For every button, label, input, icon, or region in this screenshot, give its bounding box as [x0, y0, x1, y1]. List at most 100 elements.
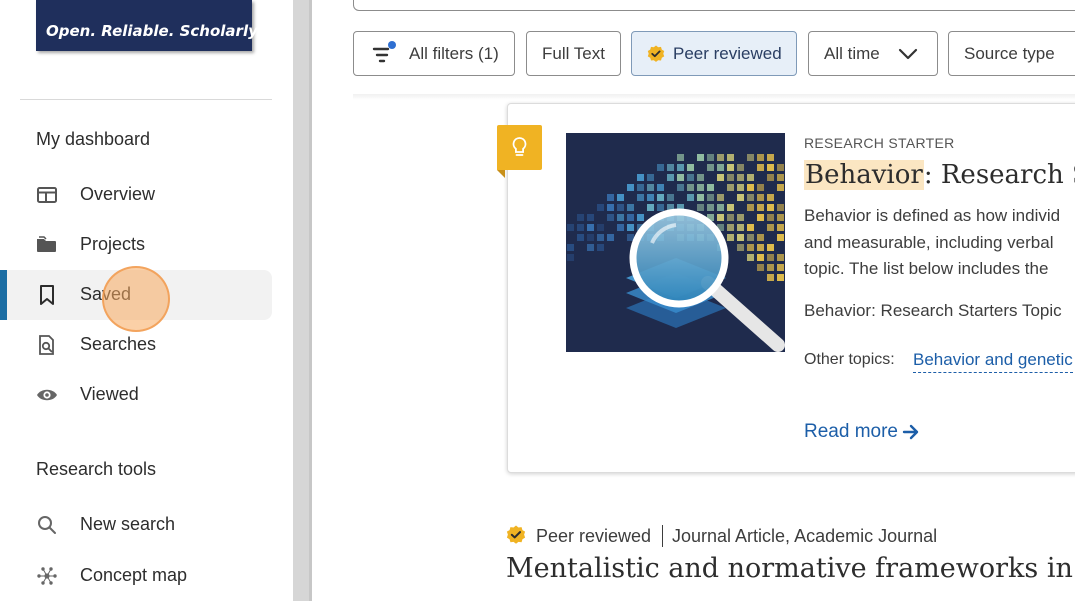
pixel-tile — [737, 214, 744, 221]
pixel-tile — [717, 214, 724, 221]
other-topic-link[interactable]: Behavior and genetic — [913, 350, 1073, 373]
all-filters-button[interactable]: All filters (1) — [353, 31, 515, 76]
pixel-tile — [647, 184, 654, 191]
main-content: All filters (1) Full Text Peer reviewed … — [312, 0, 1075, 601]
pixel-tile — [587, 234, 594, 241]
pixel-tile — [737, 194, 744, 201]
pixel-tile — [727, 224, 734, 231]
pixel-tile — [697, 184, 704, 191]
layout-icon — [37, 187, 57, 203]
pixel-tile — [687, 164, 694, 171]
pixel-tile — [777, 184, 784, 191]
research-starter-image[interactable] — [566, 133, 785, 352]
pixel-tile — [727, 164, 734, 171]
source-type-dropdown[interactable]: Source type — [948, 31, 1075, 76]
sidebar-item-viewed[interactable]: Viewed — [0, 370, 272, 420]
pixel-tile — [767, 274, 774, 281]
pixel-tile — [677, 174, 684, 181]
research-starter-label: RESEARCH STARTER — [804, 135, 955, 151]
pixel-tile — [627, 184, 634, 191]
pixel-tile — [687, 194, 694, 201]
research-starter-tag — [497, 125, 542, 170]
pixel-tile — [737, 184, 744, 191]
pixel-tile — [757, 154, 764, 161]
starter-subtopics: Behavior: Research Starters Topic — [804, 301, 1062, 320]
pixel-tile — [737, 164, 744, 171]
pixel-tile — [757, 194, 764, 201]
pixel-tile — [597, 224, 604, 231]
pixel-tile — [707, 154, 714, 161]
pixel-tile — [677, 184, 684, 191]
pixel-tile — [677, 164, 684, 171]
all-filters-label: All filters (1) — [409, 44, 499, 63]
arrow-right-icon[interactable] — [902, 423, 920, 441]
research-starter-title[interactable]: Behavior: Research St — [804, 160, 1075, 190]
pixel-tile — [617, 214, 624, 221]
pixel-tile — [777, 274, 784, 281]
pixel-tile — [697, 154, 704, 161]
pixel-tile — [737, 234, 744, 241]
sidebar-item-projects[interactable]: Projects — [0, 220, 272, 270]
pixel-tile — [727, 234, 734, 241]
title-highlight: Behavior — [804, 160, 924, 190]
research-tools-heading: Research tools — [36, 459, 157, 479]
pixel-tile — [757, 234, 764, 241]
pixel-tile — [777, 214, 784, 221]
pixel-tile — [577, 224, 584, 231]
sidebar-item-label: Projects — [80, 234, 146, 254]
peer-reviewed-badge-icon — [506, 525, 526, 544]
folder-icon — [37, 236, 56, 252]
search-input[interactable] — [353, 0, 1075, 11]
pixel-tile — [757, 184, 764, 191]
pixel-tile — [727, 204, 734, 211]
pixel-tile — [777, 224, 784, 231]
pixel-tile — [687, 184, 694, 191]
pixel-tile — [767, 204, 774, 211]
sidebar-item-saved[interactable]: Saved — [0, 270, 272, 320]
pixel-tile — [737, 174, 744, 181]
pixel-tile — [757, 244, 764, 251]
read-more-link[interactable]: Read more — [804, 421, 898, 443]
pixel-tile — [607, 234, 614, 241]
pixel-tile — [737, 244, 744, 251]
sidebar-item-concept-map[interactable]: Concept map — [0, 551, 272, 601]
sidebar: Open. Reliable. Scholarly. My dashboard … — [0, 0, 293, 601]
sidebar-item-searches[interactable]: Searches — [0, 320, 272, 370]
result-title-link[interactable]: Mentalistic and normative frameworks in … — [506, 553, 1075, 584]
sidebar-item-overview[interactable]: Overview — [0, 170, 272, 220]
pixel-tile — [597, 204, 604, 211]
chevron-down-icon — [898, 48, 918, 60]
pixel-tile — [687, 174, 694, 181]
pixel-tile — [767, 224, 774, 231]
eye-icon — [37, 389, 57, 401]
pixel-tile — [667, 174, 674, 181]
pixel-tile — [697, 194, 704, 201]
sidebar-divider — [20, 99, 272, 100]
pixel-tile — [727, 174, 734, 181]
all-time-dropdown[interactable]: All time — [808, 31, 938, 76]
peer-reviewed-filter-button[interactable]: Peer reviewed — [631, 31, 797, 76]
pixel-tile — [587, 214, 594, 221]
pixel-tile — [737, 224, 744, 231]
pixel-tile — [697, 174, 704, 181]
pixel-tile — [697, 204, 704, 211]
other-topics-label: Other topics: — [804, 351, 895, 368]
magnifier-illustration-icon — [566, 133, 785, 352]
pixel-tile — [767, 244, 774, 251]
pixel-tile — [647, 204, 654, 211]
pixel-tile — [707, 204, 714, 211]
full-text-label: Full Text — [542, 44, 605, 63]
pixel-tile — [647, 194, 654, 201]
concept-map-icon — [37, 567, 57, 585]
pixel-tile — [777, 264, 784, 271]
pixel-tile — [717, 154, 724, 161]
pixel-tile — [657, 204, 664, 211]
pixel-tile — [677, 154, 684, 161]
logo[interactable]: Open. Reliable. Scholarly. — [36, 0, 262, 51]
pixel-tile — [747, 234, 754, 241]
pixel-tile — [707, 194, 714, 201]
pixel-tile — [767, 164, 774, 171]
sidebar-item-new-search[interactable]: New search — [0, 500, 272, 550]
pixel-tile — [727, 154, 734, 161]
full-text-filter-button[interactable]: Full Text — [526, 31, 621, 76]
